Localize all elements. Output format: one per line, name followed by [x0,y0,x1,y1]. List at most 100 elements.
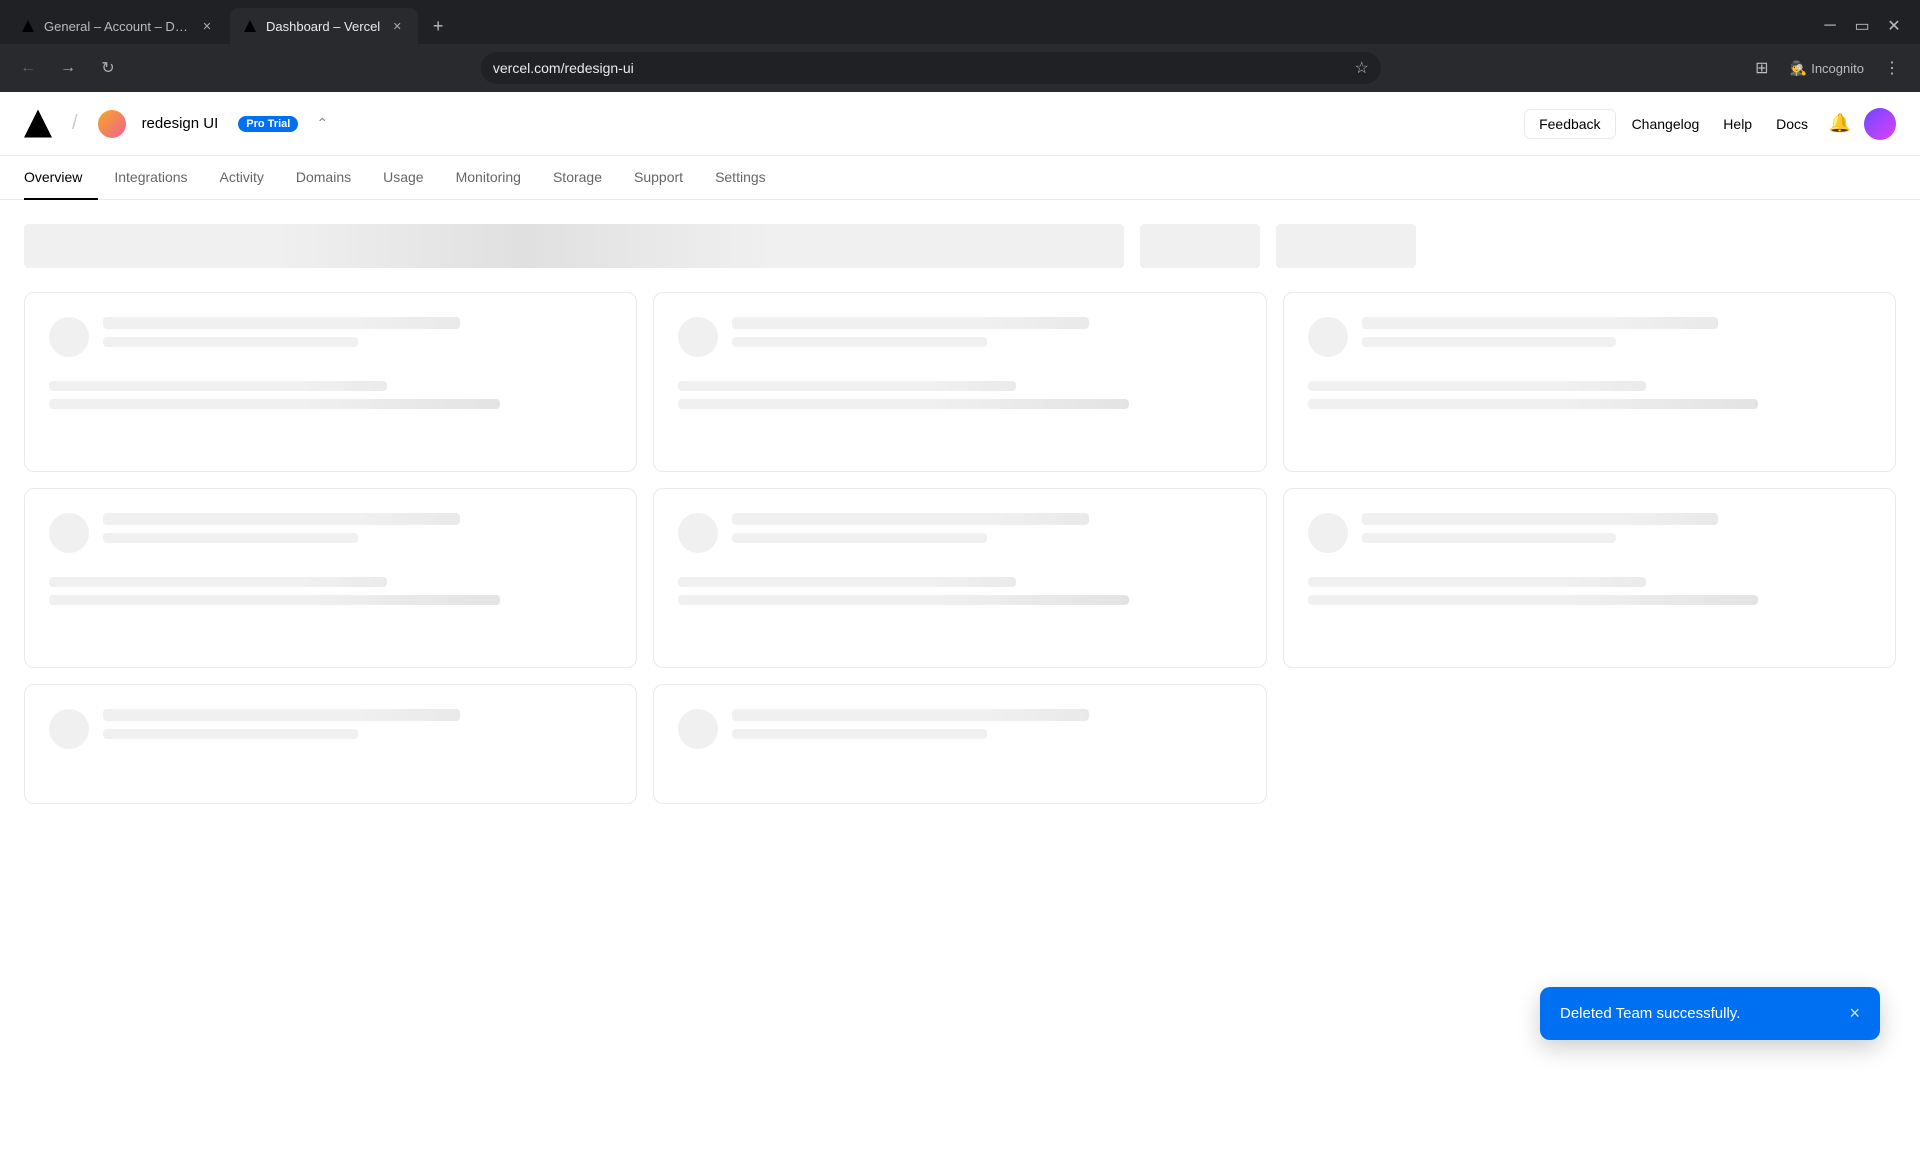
tab-label-1: General – Account – Dashboa… [44,19,190,34]
card-header-lines-8 [732,709,1241,739]
project-chevron-button[interactable]: ⌃ [316,115,328,132]
pro-trial-badge[interactable]: Pro Trial [238,116,298,132]
minimize-button[interactable]: ─ [1816,12,1844,40]
card-body-line2-3 [1308,399,1759,409]
card-avatar-skeleton-8 [678,709,718,749]
address-bar[interactable]: vercel.com/redesign-ui ☆ [481,52,1381,84]
subnav-item-usage[interactable]: Usage [367,156,439,200]
card-header-lines-2 [732,317,1241,347]
close-window-button[interactable]: ✕ [1880,12,1908,40]
card-header-lines-3 [1362,317,1871,347]
card-header-6 [1308,513,1871,553]
card-header-8 [678,709,1241,749]
card-avatar-skeleton-5 [678,513,718,553]
card-body-6 [1308,577,1871,605]
changelog-link[interactable]: Changelog [1624,110,1708,138]
incognito-label: Incognito [1811,61,1864,76]
browser-tab-2[interactable]: Dashboard – Vercel ✕ [230,8,418,44]
tab-bar-left: General – Account – Dashboa… ✕ Dashboard… [0,8,1816,44]
card-avatar-skeleton-3 [1308,317,1348,357]
toast-close-button[interactable]: × [1849,1003,1860,1024]
subnav-item-support[interactable]: Support [618,156,699,200]
project-card-6[interactable] [1283,488,1896,668]
card-body-line2-2 [678,399,1129,409]
user-avatar[interactable] [1864,108,1896,140]
tab-favicon-1 [20,18,36,34]
card-header-4 [49,513,612,553]
new-tab-button[interactable]: + [424,12,452,40]
card-body-line1-3 [1308,381,1646,391]
notifications-button[interactable]: 🔔 [1824,108,1856,140]
address-bar-url: vercel.com/redesign-ui [493,60,1347,76]
more-options-button[interactable]: ⋮ [1876,52,1908,84]
card-body-1 [49,381,612,409]
card-header-7 [49,709,612,749]
tab-bar: General – Account – Dashboa… ✕ Dashboard… [0,0,1920,44]
docs-link[interactable]: Docs [1768,110,1816,138]
incognito-icon: 🕵 [1790,60,1807,77]
toolbar-icons: ⊞ 🕵 Incognito ⋮ [1746,52,1908,84]
tab-label-2: Dashboard – Vercel [266,19,380,34]
project-card-5[interactable] [653,488,1266,668]
forward-button[interactable]: → [52,52,84,84]
project-card-8[interactable] [653,684,1266,804]
card-avatar-skeleton-6 [1308,513,1348,553]
card-body-line1-5 [678,577,1016,587]
card-avatar-skeleton-7 [49,709,89,749]
card-body-line1-4 [49,577,387,587]
tab-close-1[interactable]: ✕ [198,17,216,35]
nav-actions: Feedback Changelog Help Docs 🔔 [1524,108,1896,140]
card-subtitle-skeleton-7 [103,729,358,739]
card-header-1 [49,317,612,357]
star-icon[interactable]: ☆ [1355,58,1369,78]
card-title-skeleton-3 [1362,317,1719,329]
project-card-7[interactable] [24,684,637,804]
reload-button[interactable]: ↻ [92,52,124,84]
card-body-line2-5 [678,595,1129,605]
card-header-lines-4 [103,513,612,543]
profile-switcher-button[interactable]: ⊞ [1746,52,1778,84]
help-link[interactable]: Help [1715,110,1760,138]
window-controls: ─ ▭ ✕ [1816,12,1920,40]
filter-bar-skeleton-btn1 [1140,224,1260,268]
card-title-skeleton-6 [1362,513,1719,525]
subnav-item-settings[interactable]: Settings [699,156,782,200]
card-avatar-skeleton-1 [49,317,89,357]
card-body-line1-2 [678,381,1016,391]
project-card-2[interactable] [653,292,1266,472]
feedback-button[interactable]: Feedback [1524,109,1615,139]
incognito-button: 🕵 Incognito [1782,52,1872,84]
subnav-item-integrations[interactable]: Integrations [98,156,203,200]
project-avatar [98,110,126,138]
back-button[interactable]: ← [12,52,44,84]
card-body-5 [678,577,1241,605]
subnav-item-overview[interactable]: Overview [24,156,98,200]
card-header-5 [678,513,1241,553]
card-body-line2-4 [49,595,500,605]
card-body-4 [49,577,612,605]
subnav-item-storage[interactable]: Storage [537,156,618,200]
vercel-logo[interactable] [24,110,52,138]
card-subtitle-skeleton-1 [103,337,358,347]
address-bar-row: ← → ↻ vercel.com/redesign-ui ☆ ⊞ 🕵 Incog… [0,44,1920,92]
subnav-item-activity[interactable]: Activity [204,156,280,200]
filter-bar [24,224,1896,268]
tab-close-2[interactable]: ✕ [388,17,406,35]
tab-favicon-2 [242,18,258,34]
card-body-3 [1308,381,1871,409]
maximize-button[interactable]: ▭ [1848,12,1876,40]
project-card-3[interactable] [1283,292,1896,472]
subnav-item-domains[interactable]: Domains [280,156,367,200]
card-subtitle-skeleton-4 [103,533,358,543]
subnav-item-monitoring[interactable]: Monitoring [440,156,537,200]
project-card-1[interactable] [24,292,637,472]
browser-tab-1[interactable]: General – Account – Dashboa… ✕ [8,8,228,44]
browser-chrome: General – Account – Dashboa… ✕ Dashboard… [0,0,1920,92]
card-subtitle-skeleton-2 [732,337,987,347]
project-card-4[interactable] [24,488,637,668]
card-body-2 [678,381,1241,409]
filter-bar-skeleton-btn2 [1276,224,1416,268]
card-header-lines-1 [103,317,612,347]
filter-bar-skeleton-main [24,224,1124,268]
card-avatar-skeleton-2 [678,317,718,357]
